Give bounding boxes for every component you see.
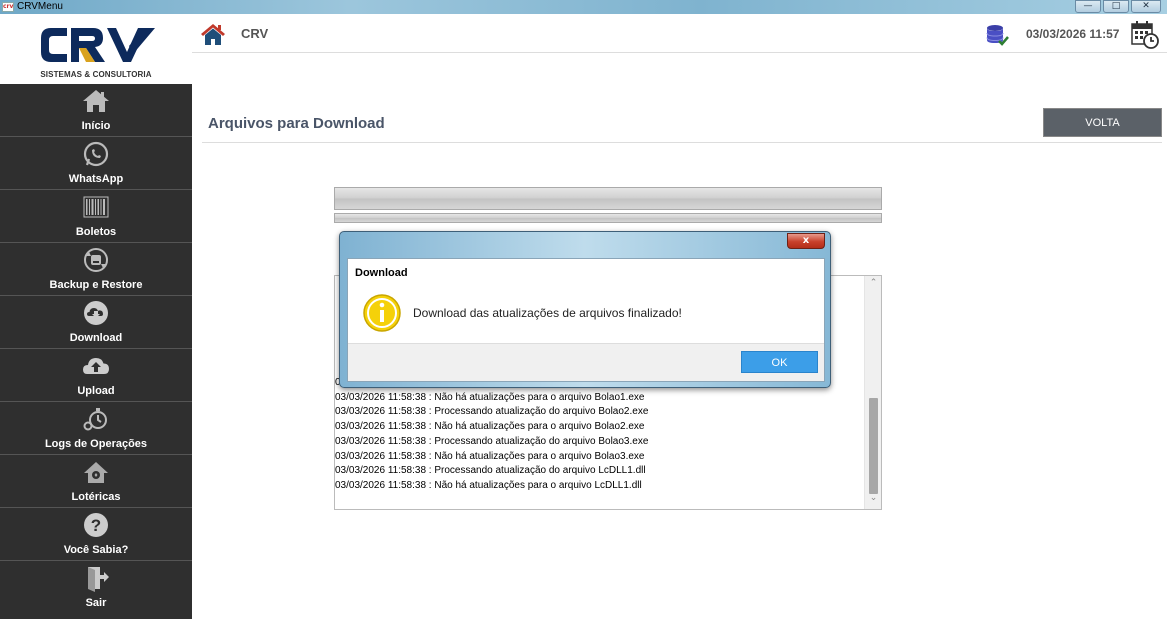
log-lines: 03/03/2026 11:58:38 : Processando atuali… [335,376,648,494]
database-icon[interactable] [985,23,1009,47]
window-titlebar: crv CRVMenu — □ ✕ [0,0,1167,14]
backup-icon [84,248,108,272]
minimize-button[interactable]: — [1075,0,1101,13]
progress-bar-total [334,213,882,223]
sidebar-item-label: Início [81,120,111,132]
log-line: 03/03/2026 11:58:38 : Não há atualizaçõe… [335,421,645,433]
dialog-button-bar: OK [348,343,824,381]
sidebar-item-label: Download [69,332,123,344]
sidebar: Início WhatsApp Boletos Backup e Restore… [0,84,192,619]
sidebar-item-label: WhatsApp [68,173,124,185]
sidebar-item-label: Logs de Operações [44,438,148,450]
dialog-body: Download Download das atualizações de ar… [347,258,825,382]
header-label: CRV [241,26,269,41]
sidebar-item-download[interactable]: Download [0,296,192,349]
home-icon[interactable] [200,22,226,46]
dialog-close-button[interactable]: x [787,233,825,249]
scroll-down-icon[interactable]: ⌄ [865,493,881,507]
log-line: 03/03/2026 11:58:38 : Não há atualizaçõe… [335,391,645,403]
cloud-upload-icon [83,358,109,374]
sidebar-item-label: Você Sabia? [63,544,129,556]
dialog-title: Download [355,267,408,279]
log-line: 03/03/2026 11:58:38 : Processando atuali… [335,435,649,447]
barcode-icon [83,196,109,218]
exit-icon [88,567,109,592]
dialog-message: Download das atualizações de arquivos fi… [413,306,682,320]
window-controls: — □ ✕ [1075,0,1161,13]
divider [202,142,1162,143]
sidebar-item-boletos[interactable]: Boletos [0,190,192,243]
calendar-clock-icon[interactable] [1130,20,1160,50]
vertical-scrollbar[interactable]: ⌃ ⌄ [864,276,881,509]
sidebar-item-voce-sabia[interactable]: ? Você Sabia? [0,508,192,561]
close-window-button[interactable]: ✕ [1131,0,1161,13]
window-title: CRVMenu [17,1,63,12]
sidebar-item-logs[interactable]: Logs de Operações [0,402,192,455]
log-line: 03/03/2026 11:58:38 : Processando atuali… [335,465,646,477]
brand-tagline: SISTEMAS & CONSULTORIA [40,70,152,79]
sidebar-item-lotericas[interactable]: Lotéricas [0,455,192,508]
sidebar-item-label: Sair [85,597,107,609]
back-button[interactable]: VOLTA [1043,108,1162,137]
sidebar-item-sair[interactable]: Sair [0,561,192,614]
sidebar-item-label: Boletos [75,226,117,238]
sidebar-item-backup-restore[interactable]: Backup e Restore [0,243,192,296]
crv-logo-icon [41,28,155,62]
progress-bar-files [334,187,882,210]
whatsapp-icon [83,141,109,167]
log-line: 03/03/2026 11:58:38 : Não há atualizaçõe… [335,450,645,462]
info-icon [363,294,401,332]
datetime-display: 03/03/2026 11:57 [1026,27,1120,41]
maximize-button[interactable]: □ [1103,0,1129,13]
svg-text:?: ? [91,516,101,535]
message-dialog: x Download Download das atualizações de … [339,231,831,388]
sidebar-item-inicio[interactable]: Início [0,84,192,137]
brand-logo: SISTEMAS & CONSULTORIA [0,14,192,84]
sidebar-item-label: Upload [77,385,115,397]
log-line: 03/03/2026 11:58:38 : Não há atualizaçõe… [335,479,642,491]
scroll-up-icon[interactable]: ⌃ [865,278,881,292]
question-icon: ? [84,513,108,537]
scrollbar-thumb[interactable] [869,398,878,494]
sidebar-item-label: Lotéricas [71,491,121,503]
home-icon [83,90,109,112]
sidebar-item-whatsapp[interactable]: WhatsApp [0,137,192,190]
page-title: Arquivos para Download [208,115,385,132]
cloud-download-icon [84,301,108,325]
sidebar-item-upload[interactable]: Upload [0,349,192,402]
house-icon [84,462,108,483]
app-icon: crv [2,2,14,12]
log-line: 03/03/2026 11:58:38 : Processando atuali… [335,406,649,418]
ok-button[interactable]: OK [741,351,818,373]
top-header: CRV 03/03/2026 11:57 [192,14,1167,53]
sidebar-item-label: Backup e Restore [49,279,143,291]
logs-icon [83,408,107,431]
